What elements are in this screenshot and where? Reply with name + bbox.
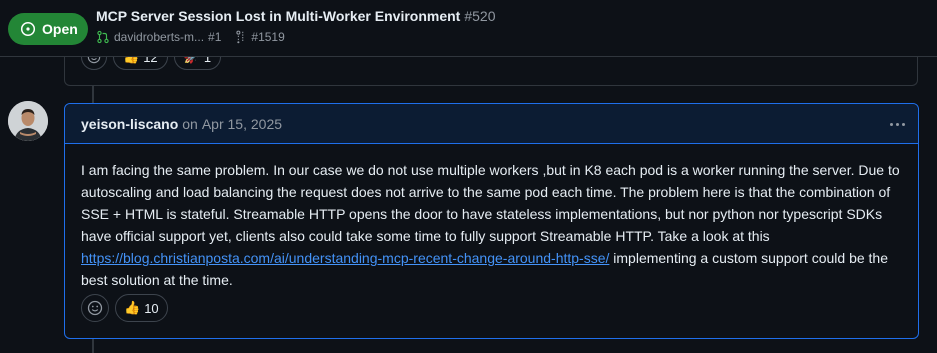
add-reaction-button[interactable]: [81, 294, 109, 322]
linked-issue-link[interactable]: #1519: [251, 30, 284, 44]
reaction-thumbs-up[interactable]: 👍 10: [115, 294, 168, 322]
issue-open-icon: [20, 21, 36, 37]
comment-reactions: 👍 10: [81, 294, 168, 322]
linked-issue-icon: [236, 30, 244, 44]
sticky-issue-header: Open MCP Server Session Lost in Multi-Wo…: [0, 0, 937, 57]
comment-options-icon[interactable]: [886, 113, 908, 135]
issue-state-label: Open: [42, 21, 78, 37]
thumbs-up-icon: 👍: [124, 300, 141, 315]
comment-author[interactable]: yeison-liscano: [81, 116, 178, 132]
comment-text-part-1: I am facing the same problem. In our cas…: [81, 162, 900, 244]
comment-header: yeison-liscano on Apr 15, 2025: [65, 104, 918, 144]
pull-request-icon: [97, 30, 109, 44]
issue-title: MCP Server Session Lost in Multi-Worker …: [96, 8, 496, 24]
comment-date-prefix: on: [182, 115, 198, 132]
comment-link[interactable]: https://blog.christianposta.com/ai/under…: [81, 250, 609, 266]
avatar[interactable]: [8, 101, 48, 141]
reaction-count: 10: [144, 300, 159, 316]
comment-body: I am facing the same problem. In our cas…: [65, 144, 918, 291]
user-avatar-icon: [8, 101, 48, 141]
pr-author-link[interactable]: davidroberts-m...: [114, 30, 204, 44]
issue-title-text: MCP Server Session Lost in Multi-Worker …: [96, 8, 461, 24]
issue-state-badge: Open: [8, 13, 88, 45]
issue-linked-meta: davidroberts-m... #1 #1519: [96, 30, 285, 44]
smiley-icon: [87, 300, 103, 316]
issue-number: #520: [464, 8, 496, 24]
comment-timestamp[interactable]: Apr 15, 2025: [202, 116, 282, 132]
pr-number-link[interactable]: #1: [208, 30, 221, 44]
comment: yeison-liscano on Apr 15, 2025 I am faci…: [64, 103, 919, 339]
